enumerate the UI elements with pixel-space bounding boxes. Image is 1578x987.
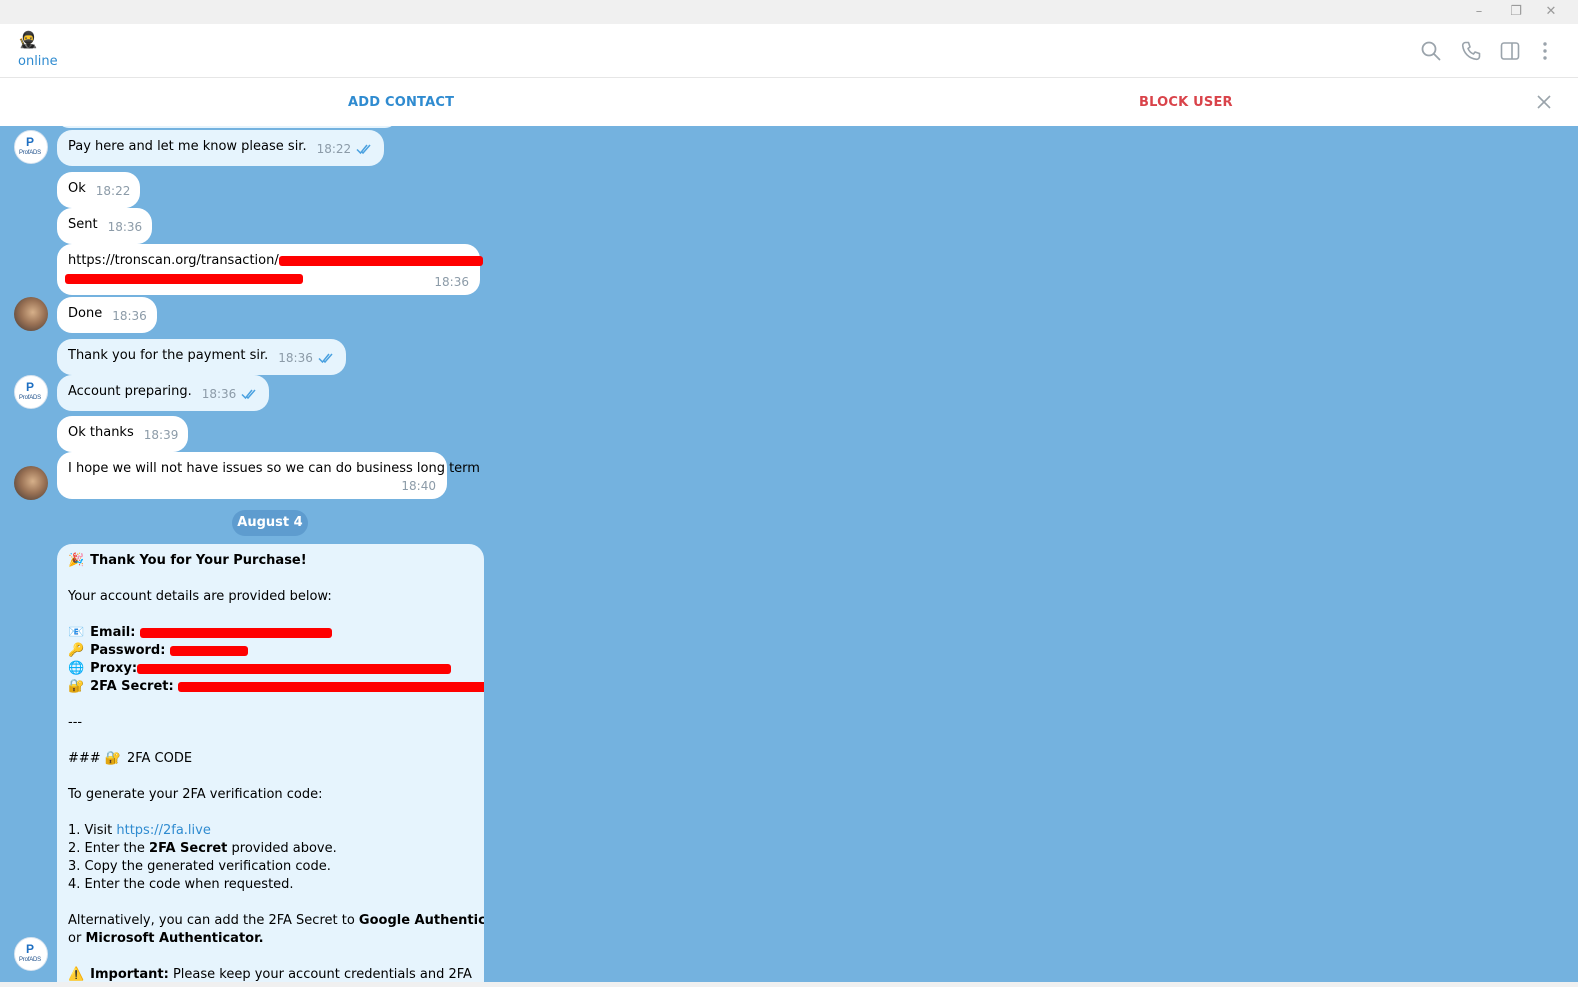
alt-prefix: Alternatively, you can add the 2FA Secre…: [68, 913, 359, 928]
transaction-link[interactable]: https://tronscan.org/transaction/: [68, 253, 279, 268]
party-popper-icon: 🎉: [68, 553, 85, 568]
message-time: 18:36: [112, 309, 147, 323]
step2-bold: 2FA Secret: [149, 841, 228, 856]
chat-header: 🥷 online: [0, 24, 1578, 78]
message-time: 18:36: [434, 275, 469, 289]
window-bottom-edge: [0, 982, 1578, 987]
sender-avatar-user[interactable]: [14, 297, 48, 331]
message-text: I hope we will not have issues so we can…: [68, 461, 480, 476]
double-check-icon: [241, 389, 256, 400]
key-icon: 🔑: [68, 643, 85, 658]
sender-avatar-profads[interactable]: P ProfADS: [14, 130, 48, 164]
window-close-button[interactable]: ✕: [1533, 2, 1569, 22]
window-titlebar: – ❐ ✕: [0, 0, 1578, 24]
message-time: 18:22: [95, 184, 131, 198]
message-text: Sent: [68, 217, 98, 232]
sender-avatar-user[interactable]: [14, 466, 48, 500]
double-check-icon: [356, 144, 371, 155]
chat-history[interactable]: P ProfADS Pay here and let me know please…: [0, 126, 1578, 982]
secret-label: 2FA Secret:: [90, 679, 174, 694]
clipped-message: [57, 126, 397, 128]
date-separator: August 4: [232, 510, 308, 536]
lock-key-icon: 🔐: [68, 679, 85, 694]
restore-button[interactable]: ❐: [1498, 2, 1534, 22]
warning-icon: ⚠️: [68, 967, 85, 982]
message-bubble[interactable]: Account preparing. 18:36: [57, 375, 270, 411]
redaction-mark: [278, 255, 483, 266]
google-authenticator: Google Authenticator: [358, 913, 484, 928]
message-text: Done: [68, 306, 103, 321]
sender-avatar-profads[interactable]: P ProfADS: [14, 375, 48, 409]
globe-icon: 🌐: [68, 661, 85, 676]
step3: 3. Copy the generated verification code.: [68, 859, 331, 874]
message-time: 18:36: [278, 351, 313, 365]
search-icon[interactable]: [1419, 39, 1443, 63]
alt-mid: or: [68, 931, 86, 946]
step2-suffix: provided above.: [227, 841, 337, 856]
step1-prefix: 1. Visit: [68, 823, 117, 838]
message-text: Account preparing.: [68, 384, 192, 399]
close-bar-icon[interactable]: [1534, 92, 1554, 112]
sender-avatar-profads[interactable]: P ProfADS: [14, 937, 48, 971]
redaction-mark: [139, 627, 332, 638]
message-text: Ok: [68, 181, 86, 196]
purchase-details-message[interactable]: 🎉 Thank You for Your Purchase! Your acco…: [57, 544, 484, 982]
password-label: Password:: [90, 643, 166, 658]
message-time: 18:36: [107, 220, 143, 234]
minimize-button[interactable]: –: [1461, 2, 1497, 22]
message-time: 18:40: [401, 479, 436, 493]
step4: 4. Enter the code when requested.: [68, 877, 294, 892]
peer-status: online: [18, 54, 58, 69]
message-bubble[interactable]: Thank you for the payment sir. 18:36: [57, 339, 346, 375]
2fa-live-link[interactable]: https://2fa.live: [116, 823, 210, 838]
heading-prefix: ###: [68, 751, 101, 766]
peer-name[interactable]: 🥷: [18, 30, 38, 50]
important-label: Important:: [90, 967, 169, 982]
microsoft-authenticator: Microsoft Authenticator.: [85, 931, 264, 946]
redaction-mark: [65, 273, 303, 284]
email-icon: 📧: [68, 625, 85, 640]
email-label: Email:: [90, 625, 136, 640]
proxy-label: Proxy:: [90, 661, 138, 676]
step2-prefix: 2. Enter the: [68, 841, 150, 856]
message-bubble[interactable]: I hope we will not have issues so we can…: [57, 452, 480, 499]
block-user-button[interactable]: BLOCK USER: [1139, 95, 1233, 110]
message-bubble[interactable]: Ok 18:22: [57, 172, 141, 208]
message-bubble[interactable]: Sent 18:36: [57, 208, 153, 244]
message-time: 18:36: [201, 387, 237, 401]
important-text: Please keep your account credentials and…: [168, 967, 472, 982]
add-contact-button[interactable]: ADD CONTACT: [348, 95, 454, 110]
phone-icon[interactable]: [1459, 39, 1483, 63]
message-text: Pay here and let me know please sir.: [68, 139, 307, 154]
message-text: Thank you for the payment sir.: [68, 348, 269, 363]
heading-text: 2FA CODE: [126, 751, 193, 766]
message-time: 18:22: [316, 142, 352, 156]
redaction-mark: [177, 681, 484, 692]
sidebar-toggle-icon[interactable]: [1498, 39, 1522, 63]
redaction-mark: [169, 645, 248, 656]
redaction-mark: [137, 663, 452, 674]
message-time: 18:39: [143, 428, 179, 442]
message-text: Ok thanks: [68, 425, 134, 440]
contact-action-bar: ADD CONTACT BLOCK USER: [0, 79, 1578, 126]
message-bubble[interactable]: Ok thanks 18:39: [57, 416, 189, 452]
lock-key-icon: 🔐: [104, 751, 122, 766]
message-bubble[interactable]: Pay here and let me know please sir. 18:2…: [57, 130, 385, 166]
more-vert-icon[interactable]: [1533, 39, 1557, 63]
purchase-title: Thank You for Your Purchase!: [90, 553, 307, 568]
details-intro: Your account details are provided below:: [68, 589, 332, 604]
double-check-icon: [318, 353, 333, 364]
generate-intro: To generate your 2FA verification code:: [68, 787, 323, 802]
divider-text: ---: [68, 715, 83, 730]
message-bubble[interactable]: Done 18:36: [57, 297, 157, 333]
message-bubble[interactable]: https://tronscan.org/transaction/ 18:36: [57, 244, 483, 295]
